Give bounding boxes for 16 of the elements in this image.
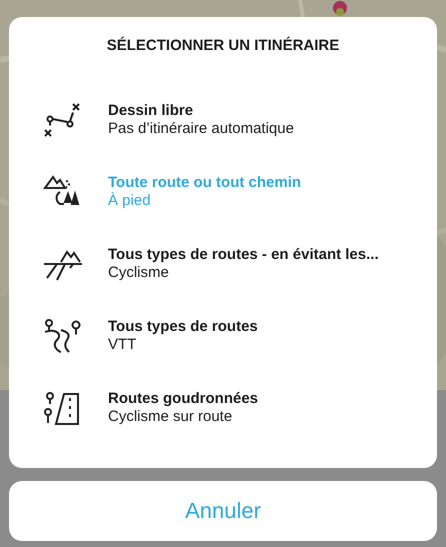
route-option[interactable]: Tous types de routes - en évitant les... Cyclisme [9, 228, 437, 300]
option-subtitle: VTT [108, 336, 136, 354]
route-option[interactable]: Dessin libre Pas d’itinéraire automatique [9, 84, 437, 156]
option-subtitle: Cyclisme sur route [108, 408, 232, 426]
sheet-title: SÉLECTIONNER UN ITINÉRAIRE [106, 37, 340, 54]
route-option[interactable]: Routes goudronnées Cyclisme sur route [9, 372, 437, 444]
option-subtitle: Cyclisme [108, 264, 169, 282]
option-subtitle: À pied [108, 192, 151, 210]
option-title: Routes goudronnées [108, 390, 258, 408]
option-subtitle: Pas d’itinéraire automatique [108, 120, 294, 138]
winding-road-trees-icon [43, 318, 83, 354]
route-option[interactable]: Tous types de routes VTT [9, 300, 437, 372]
option-title: Toute route ou tout chemin [108, 174, 302, 192]
option-title: Tous types de routes - en évitant les... [108, 246, 379, 264]
option-title: Tous types de routes [108, 318, 258, 336]
option-title: Dessin libre [108, 102, 194, 120]
